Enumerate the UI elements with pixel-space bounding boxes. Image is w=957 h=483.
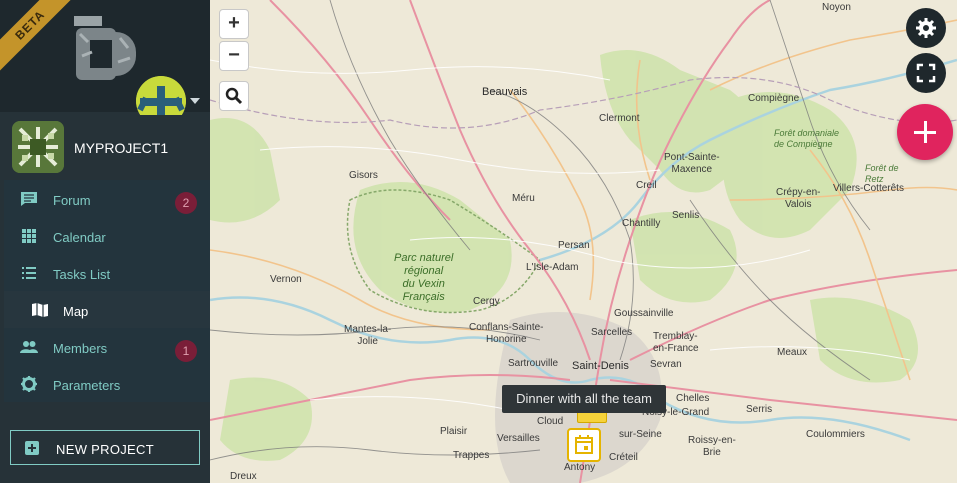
place-label: Sarcelles (591, 327, 633, 338)
add-event-button[interactable] (897, 104, 953, 160)
project-name: MYPROJECT1 (74, 140, 169, 156)
gear-icon (916, 18, 936, 38)
menu-item-label: Calendar (53, 230, 106, 245)
menu-item-label: Forum (53, 193, 91, 208)
place-label: Noyon (822, 2, 851, 13)
chevron-down-icon[interactable] (190, 98, 200, 104)
place-label: Cloud (537, 416, 564, 427)
place-label: Saint-Denis (572, 360, 629, 372)
park-label: Parc naturel régional du Vexin Français (394, 252, 454, 303)
place-label: Chantilly (622, 218, 661, 229)
menu-item-label: Parameters (53, 378, 121, 393)
map-view[interactable]: Noyon Beauvais Compiègne Clermont Pont-S… (210, 0, 957, 483)
place-label: Villers-Cotterêts (833, 183, 904, 194)
place-label: Méru (512, 193, 535, 204)
calendar-icon (575, 435, 593, 454)
place-label: Compiègne (748, 93, 800, 104)
place-label: Dreux (230, 471, 257, 482)
list-icon (22, 267, 36, 279)
new-project-label: NEW PROJECT (56, 442, 154, 457)
place-label: Forêt de Retz (865, 163, 899, 184)
menu-item-map[interactable]: Map (4, 291, 210, 328)
place-label: Sartrouville (508, 358, 559, 369)
place-label: Créteil (609, 452, 638, 463)
zoom-out-button[interactable]: − (219, 41, 249, 71)
sidebar-header: BETA (0, 0, 210, 126)
place-label: Meaux (777, 347, 808, 358)
people-icon (20, 341, 38, 353)
place-label: Sevran (650, 359, 682, 370)
sidebar: BETA MYPROJECT1 Forum 2 Calendar Tasks L… (0, 0, 210, 483)
menu-item-label: Map (63, 304, 89, 319)
project-menu: Forum 2 Calendar Tasks List Map Members … (4, 180, 210, 402)
place-label: L'Isle-Adam (526, 262, 579, 273)
beta-ribbon: BETA (0, 0, 81, 76)
place-label: sur-Seine (619, 429, 662, 440)
place-label: Creil (636, 180, 657, 191)
menu-item-parameters[interactable]: Parameters (4, 365, 210, 402)
map-icon (32, 303, 48, 317)
project-avatar (12, 121, 64, 173)
menu-item-tasks-list[interactable]: Tasks List (4, 254, 210, 291)
place-label: Pont-Sainte- Maxence (664, 152, 720, 175)
place-label: Clermont (599, 113, 640, 124)
fullscreen-icon (916, 63, 936, 83)
place-label: Senlis (672, 210, 700, 221)
place-label: Tremblay- en-France (653, 331, 699, 354)
place-label: Plaisir (440, 426, 468, 437)
notification-badge: 2 (175, 192, 197, 214)
menu-item-label: Members (53, 341, 108, 356)
settings-button[interactable] (906, 8, 946, 48)
place-label: Chelles (676, 393, 710, 404)
place-label: Goussainville (614, 308, 674, 319)
project-header[interactable]: MYPROJECT1 (0, 115, 210, 177)
place-label: Serris (746, 404, 773, 415)
place-label: Gisors (349, 170, 378, 181)
place-label: Persan (558, 240, 590, 251)
place-label: Versailles (497, 433, 540, 444)
system-d-logo[interactable] (70, 12, 142, 84)
calendar-grid-icon (22, 229, 36, 243)
place-label: Roissy-en- Brie (688, 435, 736, 458)
place-label: Beauvais (482, 86, 528, 98)
place-label: Mantes-la- Jolie (344, 324, 392, 347)
map-search-button[interactable] (219, 81, 249, 111)
zoom-in-button[interactable]: + (219, 9, 249, 39)
place-label: Vernon (270, 274, 302, 285)
place-label: Coulommiers (806, 429, 865, 440)
event-marker[interactable] (567, 428, 601, 462)
place-label: Trappes (453, 450, 490, 461)
menu-item-label: Tasks List (53, 267, 111, 282)
search-icon (225, 87, 243, 105)
fullscreen-button[interactable] (906, 53, 946, 93)
menu-item-members[interactable]: Members 1 (4, 328, 210, 365)
place-label: Cergy (473, 296, 500, 307)
menu-item-forum[interactable]: Forum 2 (4, 180, 210, 217)
gear-icon (21, 376, 37, 392)
place-label: Conflans-Sainte- Honorine (469, 322, 544, 345)
event-tooltip: Dinner with all the team (502, 385, 666, 413)
new-project-button[interactable]: NEW PROJECT (10, 430, 200, 465)
menu-item-calendar[interactable]: Calendar (4, 217, 210, 254)
forum-icon (21, 192, 37, 206)
place-label: Forêt domaniale de Compiègne (774, 128, 840, 149)
place-label: Crépy-en- Valois (776, 187, 821, 210)
notification-badge: 1 (175, 340, 197, 362)
